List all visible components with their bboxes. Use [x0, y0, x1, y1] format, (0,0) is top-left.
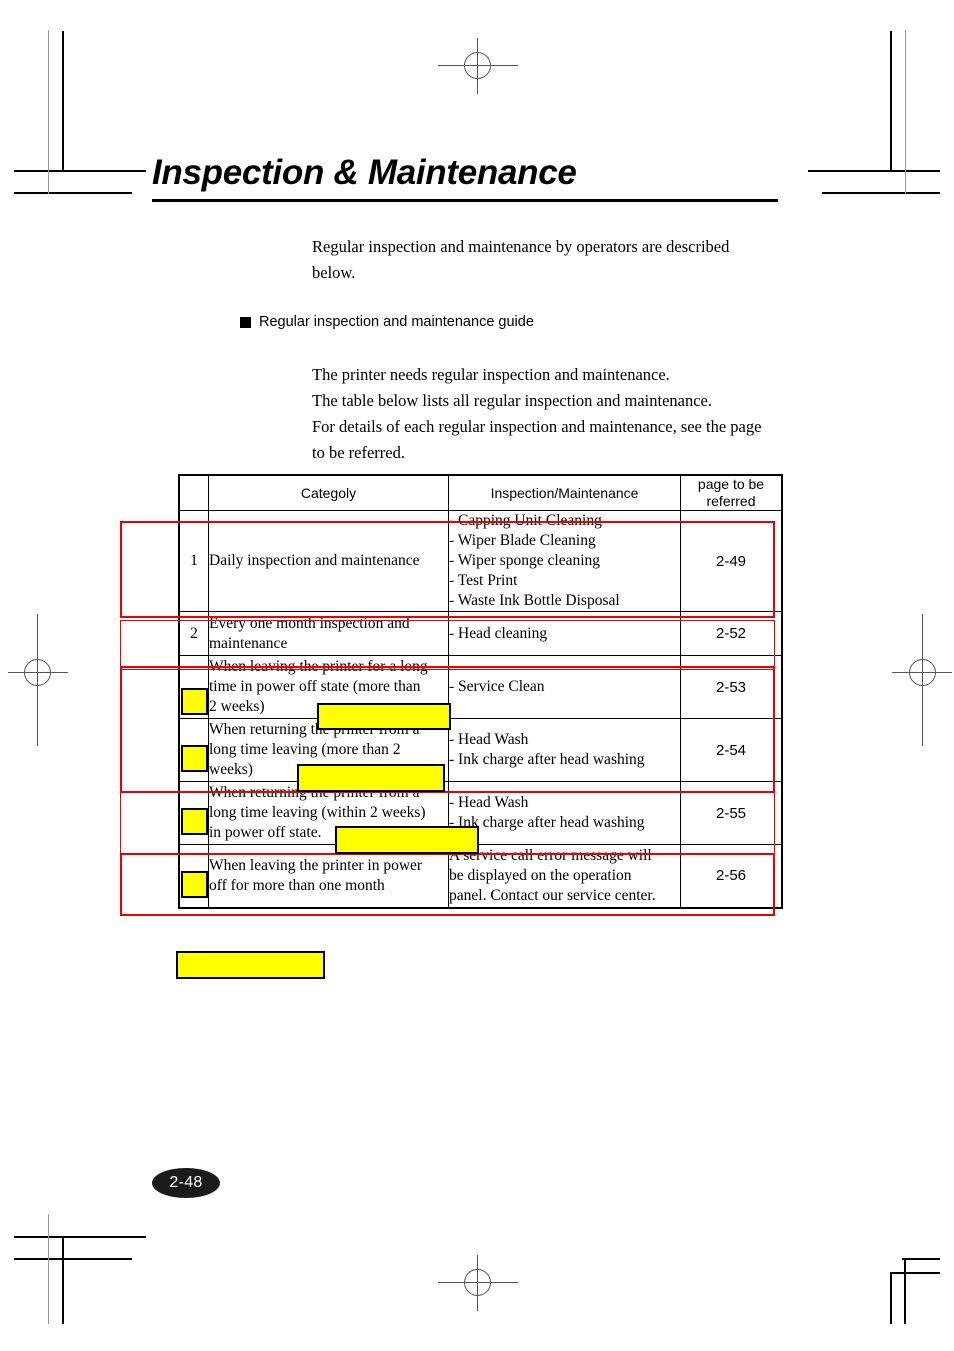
row-category: Every one month inspection and maintenan… — [208, 611, 449, 656]
table-row: When returning the printer from a long t… — [178, 781, 783, 845]
header-page-line-2: referred — [706, 493, 756, 509]
row-inspection: - Service Clean — [448, 655, 681, 719]
row-number: 1 — [178, 510, 209, 612]
section-body-line-4: to be referred. — [312, 443, 405, 462]
section-bullet-heading-label: Regular inspection and maintenance guide — [259, 314, 534, 330]
section-body-line-2: The table below lists all regular inspec… — [312, 391, 712, 410]
yellow-redaction-row-4 — [297, 764, 445, 792]
row-page-reference: 2-54 — [680, 718, 783, 782]
header-inspection-maintenance: Inspection/Maintenance — [448, 474, 681, 511]
intro-paragraph: Regular inspection and maintenance by op… — [312, 234, 792, 286]
table-row: When returning the printer from a long t… — [178, 718, 783, 782]
row-page-reference: 2-49 — [680, 510, 783, 612]
row-page-reference: 2-56 — [680, 844, 783, 909]
row-inspection: - Head cleaning — [448, 611, 681, 656]
yellow-redaction-row-5 — [335, 826, 479, 854]
table-row: When leaving the printer for a long time… — [178, 655, 783, 719]
page-title: Inspection & Maintenance — [152, 153, 577, 192]
inspection-maintenance-table: Categoly Inspection/Maintenance page to … — [178, 474, 783, 909]
registration-mark-bottom — [438, 1255, 518, 1311]
row-inspection: - Head Wash - Ink charge after head wash… — [448, 718, 681, 782]
row-category: Daily inspection and maintenance — [208, 510, 449, 612]
page-title-block: Inspection & Maintenance — [152, 152, 778, 202]
row-number: 2 — [178, 611, 209, 656]
row-inspection: - Head Wash - Ink charge after head wash… — [448, 781, 681, 845]
yellow-marker-row-5 — [181, 808, 208, 835]
title-rule — [152, 199, 778, 202]
table-header-row: Categoly Inspection/Maintenance page to … — [178, 474, 783, 511]
row-page-reference: 2-52 — [680, 611, 783, 656]
header-page-to-be-referred: page to be referred — [680, 474, 783, 511]
header-category: Categoly — [208, 474, 449, 511]
row-inspection: A service call error message will be dis… — [448, 844, 681, 909]
registration-mark-left — [8, 614, 72, 746]
row-inspection: - Capping Unit Cleaning - Wiper Blade Cl… — [448, 510, 681, 612]
row-page-reference: 2-55 — [680, 781, 783, 845]
yellow-redaction-standalone — [176, 951, 325, 979]
header-page-line-1: page to be — [697, 476, 765, 492]
section-body-paragraph: The printer needs regular inspection and… — [312, 362, 792, 466]
table-row: 1 Daily inspection and maintenance - Cap… — [178, 510, 783, 612]
document-page: Inspection & Maintenance Regular inspect… — [0, 0, 954, 1351]
intro-line-1: Regular inspection and maintenance by op… — [312, 237, 730, 256]
intro-line-2: below. — [312, 263, 356, 282]
yellow-marker-row-6 — [181, 871, 208, 898]
yellow-marker-row-4 — [181, 745, 208, 772]
registration-mark-right — [888, 614, 952, 746]
yellow-marker-row-3 — [181, 688, 208, 715]
row-page-reference: 2-53 — [680, 655, 783, 719]
filled-square-bullet-icon — [240, 316, 251, 328]
page-number-label: 2-48 — [169, 1174, 203, 1191]
page-number-badge: 2-48 — [152, 1168, 220, 1198]
header-number — [178, 474, 209, 511]
registration-mark-top — [438, 38, 518, 94]
table-row: When leaving the printer in power off fo… — [178, 844, 783, 909]
table-row: 2 Every one month inspection and mainten… — [178, 611, 783, 656]
section-body-line-1: The printer needs regular inspection and… — [312, 365, 670, 384]
section-bullet-heading: Regular inspection and maintenance guide — [240, 312, 534, 332]
yellow-redaction-row-3 — [317, 703, 451, 730]
section-body-line-3: For details of each regular inspection a… — [312, 417, 762, 436]
